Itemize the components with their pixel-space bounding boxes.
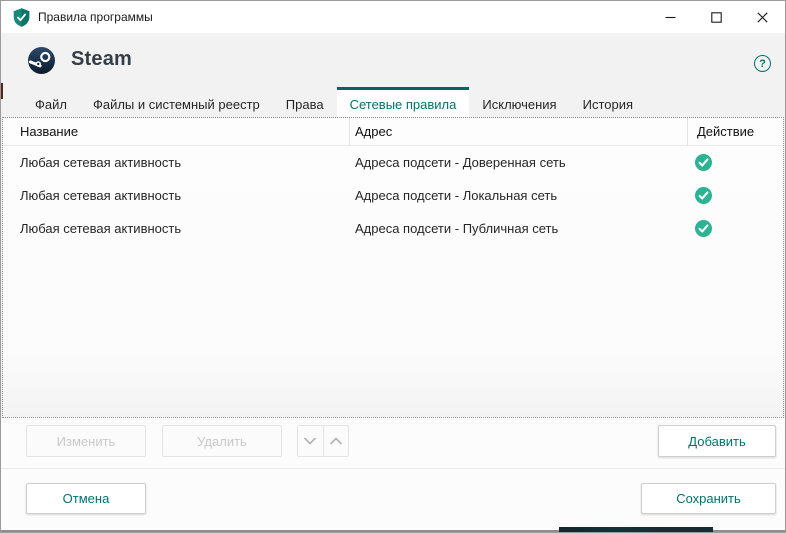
cancel-button[interactable]: Отмена	[26, 483, 146, 514]
rule-address: Адреса подсети - Локальная сеть	[355, 188, 558, 203]
table-row[interactable]: Любая сетевая активность Адреса подсети …	[3, 146, 783, 179]
table-row[interactable]: Любая сетевая активность Адреса подсети …	[3, 212, 783, 245]
program-rules-dialog: Правила программы Steam ? Файл Файлы и с…	[0, 0, 786, 533]
move-down-button[interactable]	[298, 426, 323, 456]
steam-logo-icon	[28, 47, 55, 74]
tab-history[interactable]: История	[570, 87, 646, 118]
chevron-down-icon	[304, 437, 317, 445]
column-divider	[349, 118, 350, 145]
table-row[interactable]: Любая сетевая активность Адреса подсети …	[3, 179, 783, 212]
tab-bar: Файл Файлы и системный реестр Права Сете…	[1, 87, 785, 118]
title-bar: Правила программы	[1, 1, 785, 33]
rule-name: Любая сетевая активность	[20, 155, 182, 170]
allowed-check-icon	[695, 154, 712, 171]
move-up-button[interactable]	[322, 426, 349, 456]
allowed-check-icon	[695, 187, 712, 204]
chevron-up-icon	[329, 437, 342, 445]
column-header-action[interactable]: Действие	[697, 124, 754, 139]
window-title: Правила программы	[38, 10, 153, 24]
column-divider	[687, 118, 688, 145]
tab-network-rules[interactable]: Сетевые правила	[336, 87, 470, 118]
add-button[interactable]: Добавить	[658, 425, 776, 457]
reorder-buttons	[297, 425, 349, 457]
rule-name: Любая сетевая активность	[20, 188, 182, 203]
tab-exclusions[interactable]: Исключения	[469, 87, 569, 118]
column-header-name[interactable]: Название	[20, 124, 78, 139]
table-header-row: Название Адрес Действие	[3, 118, 783, 146]
app-name: Steam	[71, 48, 133, 70]
kaspersky-shield-icon	[13, 7, 30, 27]
save-button[interactable]: Сохранить	[641, 483, 776, 514]
edit-button[interactable]: Изменить	[26, 425, 146, 457]
minimize-button[interactable]	[647, 1, 693, 33]
rule-address: Адреса подсети - Публичная сеть	[355, 221, 559, 236]
table-toolbar: Изменить Удалить Добавить	[1, 418, 785, 468]
background-window-sliver	[559, 527, 713, 532]
app-header: Steam ?	[1, 33, 785, 87]
background-bleed	[1, 83, 3, 99]
tab-rights[interactable]: Права	[273, 87, 337, 118]
rule-address: Адреса подсети - Доверенная сеть	[355, 155, 566, 170]
maximize-button[interactable]	[693, 1, 739, 33]
allowed-check-icon	[695, 220, 712, 237]
delete-button[interactable]: Удалить	[162, 425, 282, 457]
rule-name: Любая сетевая активность	[20, 221, 182, 236]
rules-table: Название Адрес Действие Любая сетевая ак…	[2, 117, 784, 418]
tab-files-and-registry[interactable]: Файлы и системный реестр	[80, 87, 273, 118]
tab-file[interactable]: Файл	[22, 87, 80, 118]
close-button[interactable]	[739, 1, 785, 33]
column-header-address[interactable]: Адрес	[355, 124, 392, 139]
dialog-footer: Отмена Сохранить	[1, 469, 785, 532]
help-icon[interactable]: ?	[754, 55, 771, 72]
